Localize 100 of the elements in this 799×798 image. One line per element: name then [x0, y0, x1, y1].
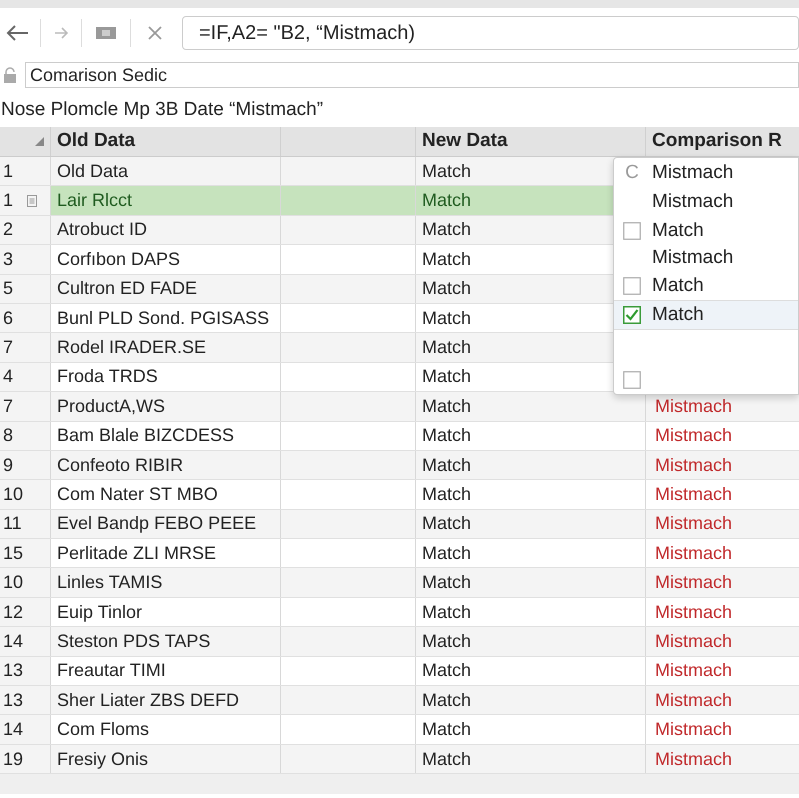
table-cell-text: Cultron ED FADE	[57, 277, 198, 300]
table-cell-text: Sher Liater ZBS DEFD	[57, 688, 240, 712]
lock-icon	[3, 67, 17, 83]
table-cell-text: Match	[422, 542, 472, 565]
table-cell-text: Match	[422, 482, 472, 506]
table-cell-text: ProductA,WS	[57, 394, 166, 418]
table-cell-text: Match	[422, 218, 472, 242]
table-cell-text: Bam Blale BIZCDESS	[57, 424, 234, 448]
checkbox[interactable]	[623, 306, 641, 324]
row-number: 5	[3, 277, 14, 300]
table-cell-text: Mistmach	[655, 630, 732, 653]
table-cell-text: Mistmach	[655, 394, 732, 418]
dropdown-item[interactable]: C Mistmach	[614, 158, 798, 188]
formula-field[interactable]: =IF,A2= "B2, “Mistmach)	[182, 16, 799, 50]
row-number: 12	[3, 600, 24, 624]
table-cell-text: Match	[422, 424, 472, 448]
table-cell-text: Linles TAMIS	[57, 571, 162, 594]
back-arrow-icon[interactable]	[4, 23, 30, 43]
table-cell-text: Match	[422, 718, 472, 742]
checkbox[interactable]	[623, 222, 641, 240]
column-header[interactable]: New Data	[422, 127, 508, 156]
forward-arrow-icon[interactable]	[53, 26, 69, 40]
dropdown-item[interactable]: Match	[614, 272, 798, 300]
table-cell-text: Rodel IRADER.SE	[57, 336, 206, 360]
table-cell-text: Match	[422, 454, 472, 477]
table-cell-text: Match	[422, 659, 472, 682]
row-number: 6	[3, 306, 14, 330]
dropdown-item[interactable]: Match	[614, 300, 798, 330]
table-cell-text: Mistmach	[655, 424, 732, 448]
table-cell-text: Evel Bandp FEBO PEEE	[57, 512, 256, 536]
table-cell-text: Fresiy Onis	[57, 748, 148, 771]
table-cell-text: Mistmach	[655, 748, 732, 770]
column-header[interactable]: Old Data	[57, 127, 136, 156]
table-cell-text: Bunl PLD Sond. PGISASS	[57, 306, 270, 330]
name-box[interactable]: Comarison Sedic	[25, 62, 799, 88]
document-icon	[27, 194, 38, 207]
table-cell-text: Com Floms	[57, 718, 150, 742]
row-number: 19	[3, 748, 24, 770]
table-cell-text: Euip Tinlor	[57, 600, 142, 624]
table-cell-text: Match	[422, 189, 472, 212]
table-cell-text: Match	[422, 336, 472, 360]
table-cell-text: Match	[422, 688, 472, 712]
table-cell-text: Match	[422, 160, 472, 183]
table-cell-text: Atrobuct ID	[57, 218, 148, 242]
row-number: 1	[3, 160, 14, 183]
row-number: 7	[3, 336, 14, 360]
table-cell-text: Lair Rlcct	[57, 189, 132, 212]
table-cell-text: Mistmach	[655, 512, 732, 536]
sort-triangle-icon[interactable]	[35, 137, 44, 146]
table-cell-text: Match	[422, 630, 472, 653]
table-cell-text: Mistmach	[655, 542, 732, 565]
table-cell-text: Match	[422, 512, 472, 536]
row-number: 1	[3, 189, 14, 212]
caption-text: Nose Plomcle Mp 3B Date “Mistmach”	[1, 98, 324, 122]
table-cell-text: Mistmach	[655, 718, 732, 742]
table-cell-text: Confeoto RIBIR	[57, 454, 184, 477]
horizontal-scroll-bar[interactable]	[0, 774, 799, 794]
letter-mark: C	[624, 160, 640, 185]
table-cell-text: Mistmach	[655, 454, 732, 477]
row-number: 9	[3, 454, 14, 477]
table-cell-text: Match	[422, 394, 472, 418]
table-cell-text: Freautar TIMI	[57, 659, 166, 682]
dropdown-item[interactable]: Mistmach	[614, 188, 798, 217]
table-cell-text: Mistmach	[655, 600, 732, 624]
close-icon[interactable]	[147, 25, 163, 41]
table-cell-text: Mistmach	[655, 659, 732, 682]
row-number: 10	[3, 571, 24, 594]
table-cell-text: Perlitade ZLI MRSE	[57, 542, 216, 565]
table-cell-text: Match	[422, 600, 472, 624]
table-cell-text: Mistmach	[655, 688, 732, 712]
table-cell-text: Corfıbon DAPS	[57, 248, 180, 271]
row-number: 4	[3, 365, 14, 388]
table-cell-text: Steston PDS TAPS	[57, 630, 210, 653]
row-number: 10	[3, 482, 24, 506]
column-header[interactable]: Comparison R	[652, 127, 782, 156]
dropdown-item[interactable]: Mistmach	[614, 245, 798, 272]
table-cell-text: Match	[422, 248, 472, 271]
row-number: 7	[3, 394, 14, 418]
table-cell-text: Mistmach	[655, 571, 732, 594]
table-cell-text: Match	[422, 277, 472, 300]
checkbox[interactable]	[623, 371, 641, 389]
row-number: 13	[3, 688, 24, 712]
table-cell-text: Com Nater ST MBO	[57, 482, 218, 506]
row-number: 3	[3, 248, 14, 271]
dropdown-item[interactable]: Match	[614, 217, 798, 245]
row-number: 2	[3, 218, 14, 242]
checkbox[interactable]	[623, 277, 641, 295]
row-number: 11	[3, 512, 22, 536]
table-cell-text: Match	[422, 306, 472, 330]
row-number: 8	[3, 424, 14, 448]
row-number: 15	[3, 542, 24, 565]
table-cell-text: Froda TRDS	[57, 365, 158, 388]
row-number: 13	[3, 659, 24, 682]
table-cell-text: Mistmach	[655, 482, 732, 506]
table-cell-text: Match	[422, 748, 472, 770]
row-number: 14	[3, 630, 24, 653]
table-cell-text: Old Data	[57, 160, 128, 183]
table-cell-text: Match	[422, 571, 472, 594]
table-icon[interactable]	[96, 26, 116, 40]
table-cell-text: Match	[422, 365, 472, 388]
